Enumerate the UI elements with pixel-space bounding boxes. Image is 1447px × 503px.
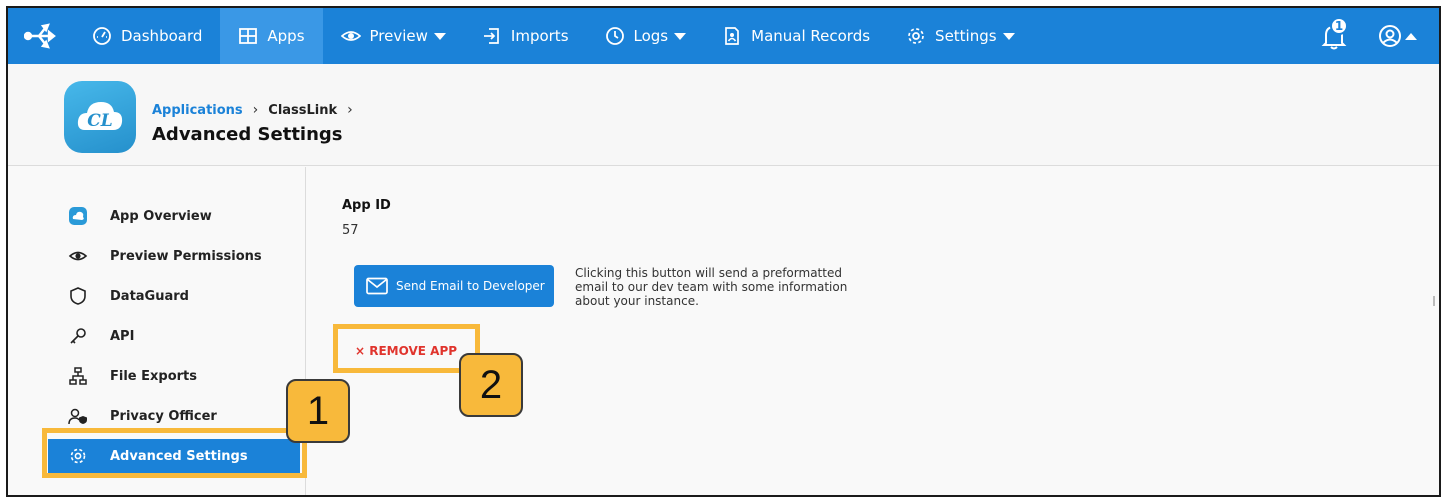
page-header: CL Applications › ClassLink › Advanced S… — [8, 64, 1439, 166]
sidebar-item-app-overview[interactable]: App Overview — [48, 199, 300, 233]
breadcrumb-classlink[interactable]: ClassLink — [268, 103, 337, 118]
notification-badge: 1 — [1330, 17, 1348, 35]
send-email-button[interactable]: Send Email to Developer — [354, 265, 554, 307]
network-icon — [69, 367, 87, 385]
apps-grid-icon — [239, 28, 258, 44]
svg-text:CL: CL — [87, 111, 112, 131]
nav-imports[interactable]: Imports — [464, 8, 587, 64]
app-id-value: 57 — [342, 223, 359, 238]
step-callout-1: 1 — [286, 379, 350, 443]
email-help-text: Clicking this button will send a preform… — [575, 266, 848, 308]
page-title: Advanced Settings — [152, 124, 343, 145]
nav-imports-label: Imports — [510, 27, 569, 45]
sidebar-item-preview-permissions[interactable]: Preview Permissions — [48, 239, 300, 273]
chevron-down-icon — [433, 32, 446, 40]
chevron-down-icon — [674, 32, 687, 40]
nav-apps-label: Apps — [267, 27, 305, 45]
breadcrumb-separator: › — [252, 102, 259, 118]
key-icon — [70, 328, 86, 344]
highlight-box-remove-app — [333, 324, 480, 373]
import-icon — [483, 28, 499, 44]
top-nav: Dashboard Apps Preview Imports Logs Manu… — [8, 8, 1439, 64]
sidebar-item-label: File Exports — [110, 368, 198, 384]
nav-right-group: 1 — [1320, 8, 1417, 64]
chevron-down-icon — [1002, 32, 1015, 40]
scrollbar[interactable] — [1433, 296, 1435, 306]
nav-logs[interactable]: Logs — [587, 8, 705, 64]
send-email-label: Send Email to Developer — [396, 279, 545, 293]
nav-logs-label: Logs — [633, 27, 669, 45]
eye-icon — [340, 31, 361, 41]
app-overview-icon — [69, 207, 87, 225]
app-id-label: App ID — [342, 198, 391, 213]
sidebar-item-dataguard[interactable]: DataGuard — [48, 279, 300, 313]
clock-icon — [605, 27, 624, 45]
nav-preview-label: Preview — [369, 27, 428, 45]
breadcrumb-separator: › — [347, 102, 353, 118]
breadcrumb-applications[interactable]: Applications — [152, 103, 243, 118]
nav-settings[interactable]: Settings — [888, 8, 1033, 64]
highlight-box-advanced-settings — [42, 428, 307, 478]
breadcrumb: Applications › ClassLink › — [152, 102, 353, 118]
sidebar-item-api[interactable]: API — [48, 319, 300, 353]
nav-dashboard[interactable]: Dashboard — [74, 8, 220, 64]
notifications-button[interactable]: 1 — [1320, 17, 1348, 51]
nav-manual-records-label: Manual Records — [751, 27, 871, 45]
envelope-icon — [366, 277, 388, 295]
sidebar-item-label: Privacy Officer — [110, 408, 217, 424]
dashboard-icon — [93, 27, 111, 45]
sidebar-item-label: DataGuard — [110, 288, 189, 304]
avatar-icon — [1379, 25, 1401, 47]
nav-preview[interactable]: Preview — [323, 8, 464, 64]
user-menu[interactable] — [1378, 24, 1417, 48]
user-shield-icon — [68, 408, 87, 425]
classlink-app-logo: CL — [64, 81, 136, 153]
sidebar-item-file-exports[interactable]: File Exports — [48, 359, 300, 393]
sidebar-item-label: App Overview — [110, 208, 212, 224]
nav-manual-records[interactable]: Manual Records — [704, 8, 888, 64]
chevron-up-icon — [1405, 32, 1417, 40]
app-window: Dashboard Apps Preview Imports Logs Manu… — [6, 6, 1441, 497]
nav-settings-label: Settings — [935, 27, 997, 45]
logo-icon[interactable] — [8, 8, 74, 64]
sidebar-item-label: Preview Permissions — [110, 248, 262, 264]
eye-icon — [68, 251, 88, 261]
sidebar-item-label: API — [110, 328, 135, 344]
nav-apps[interactable]: Apps — [220, 8, 323, 64]
step-callout-2: 2 — [459, 353, 523, 417]
gear-icon — [908, 28, 924, 44]
shield-icon — [70, 287, 86, 305]
nav-dashboard-label: Dashboard — [121, 27, 203, 45]
record-icon — [725, 27, 739, 45]
